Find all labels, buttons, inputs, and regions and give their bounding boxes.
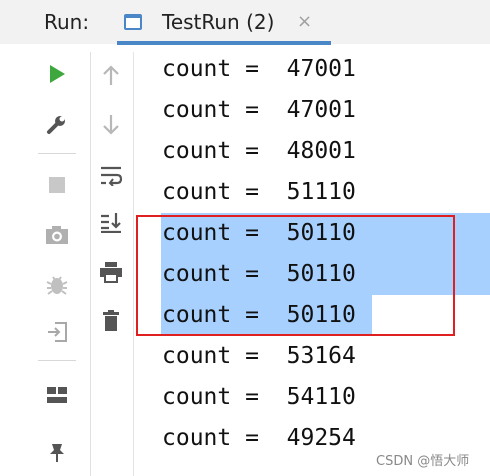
debug-bug-icon[interactable]: [44, 273, 70, 297]
scroll-to-end-icon[interactable]: [98, 210, 124, 234]
login-icon[interactable]: [44, 320, 70, 344]
camera-icon[interactable]: [44, 223, 70, 247]
arrow-down-icon[interactable]: [98, 113, 124, 137]
stop-icon[interactable]: [44, 173, 70, 197]
console-line: count = 47001: [162, 97, 356, 123]
trash-icon[interactable]: [98, 309, 124, 333]
console-line: count = 49254: [162, 425, 356, 451]
arrow-up-icon[interactable]: [98, 63, 124, 87]
toolbar-divider: [90, 52, 91, 476]
console-line: count = 51110: [162, 179, 356, 205]
watermark: CSDN @悟大师: [376, 454, 470, 469]
toolbar-separator: [38, 153, 76, 154]
run-label: Run:: [44, 10, 90, 34]
run-icon[interactable]: [44, 62, 70, 86]
layout-icon[interactable]: [44, 383, 70, 407]
console-line: count = 54110: [162, 384, 356, 410]
soft-wrap-icon[interactable]: [98, 163, 124, 187]
console-tab-icon: [124, 14, 142, 30]
tab-title: TestRun (2): [162, 10, 275, 34]
wrench-icon[interactable]: [44, 112, 70, 136]
console-line: count = 53164: [162, 343, 356, 369]
toolbar-separator: [38, 360, 76, 361]
console-line: count = 48001: [162, 138, 356, 164]
run-tool-window-header: Run: TestRun (2) ×: [0, 0, 490, 45]
tab-active-indicator: [117, 41, 331, 45]
close-icon[interactable]: ×: [297, 11, 312, 32]
console-line: count = 47001: [162, 56, 356, 82]
annotation-highlight-box: [136, 215, 455, 336]
print-icon[interactable]: [98, 260, 124, 284]
pin-icon[interactable]: [44, 440, 70, 464]
